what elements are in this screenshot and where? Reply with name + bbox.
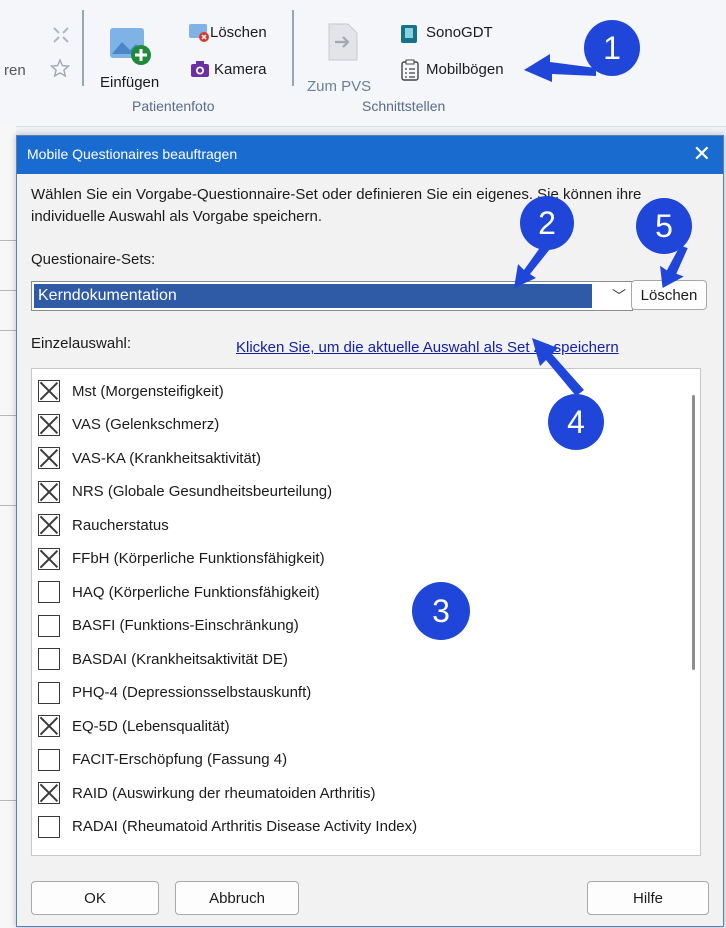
background-window-strip <box>0 126 16 928</box>
list-item-label: PHQ-4 (Depressionsselbstauskunft) <box>72 684 312 701</box>
mobile-questionnaires-dialog: Mobile Questionaires beauftragen ✕ Wähle… <box>16 135 724 927</box>
background-divider <box>0 290 16 291</box>
background-divider <box>0 505 16 506</box>
checkbox-unchecked[interactable] <box>38 581 60 603</box>
list-item-label: NRS (Globale Gesundheitsbeurteilung) <box>72 483 333 500</box>
list-item[interactable]: FFbH (Körperliche Funktionsfähigkeit) <box>38 545 325 573</box>
list-item[interactable]: NRS (Globale Gesundheitsbeurteilung) <box>38 478 332 506</box>
list-item-label: RAID (Auswirkung der rheumatoiden Arthri… <box>72 784 376 802</box>
list-item-label: BASFI (Funktions-Einschränkung) <box>72 617 299 634</box>
list-item-label: HAQ (Körperliche Funktionsfähigkeit) <box>72 583 320 601</box>
list-item[interactable]: RAID (Auswirkung der rheumatoiden Arthri… <box>38 779 375 807</box>
checkbox-checked[interactable] <box>38 715 60 737</box>
star-icon[interactable] <box>50 58 70 78</box>
checkbox-checked[interactable] <box>38 480 60 503</box>
list-item[interactable]: FACIT-Erschöpfung (Fassung 4) <box>38 746 287 774</box>
list-item-label: RADAI (Rheumatoid Arthritis Disease Acti… <box>72 818 418 835</box>
list-item[interactable]: PHQ-4 (Depressionsselbstauskunft) <box>38 679 311 707</box>
annotation-badge-1: 1 <box>584 20 640 76</box>
sets-label: Questionaire-Sets: <box>31 251 156 268</box>
ribbon-separator <box>292 10 294 86</box>
ribbon-separator <box>82 10 84 86</box>
mobilboegen-label[interactable]: Mobilbögen <box>426 61 504 78</box>
sonogdt-label[interactable]: SonoGDT <box>426 24 493 41</box>
checkbox-checked[interactable] <box>38 380 60 402</box>
background-divider <box>0 330 16 331</box>
dialog-titlebar: Mobile Questionaires beauftragen ✕ <box>17 136 723 174</box>
to-pvs-icon[interactable] <box>326 22 360 62</box>
list-item[interactable]: BASFI (Funktions-Einschränkung) <box>38 612 299 640</box>
checkbox-checked[interactable] <box>38 782 60 804</box>
checkbox-checked[interactable] <box>38 447 60 469</box>
checkbox-unchecked[interactable] <box>38 681 60 704</box>
annotation-badge-2: 2 <box>520 196 574 250</box>
ribbon-partial-label: ren <box>4 62 26 79</box>
list-item-label: EQ-5D (Lebensqualität) <box>72 717 230 735</box>
list-item[interactable]: VAS (Gelenkschmerz) <box>38 411 219 439</box>
list-item[interactable]: HAQ (Körperliche Funktionsfähigkeit) <box>38 578 320 606</box>
checkbox-checked[interactable] <box>38 413 60 436</box>
list-item[interactable]: VAS-KA (Krankheitsaktivität) <box>38 444 261 472</box>
cancel-button[interactable]: Abbruch <box>175 881 299 915</box>
list-item-label: Raucherstatus <box>72 516 169 534</box>
annotation-badge-4: 4 <box>548 394 604 450</box>
dialog-description: Wählen Sie ein Vorgabe-Questionnaire-Set… <box>31 186 642 225</box>
list-item-label: Mst (Morgensteifigkeit) <box>72 382 224 400</box>
camera-icon <box>191 61 209 77</box>
background-divider <box>0 415 16 416</box>
insert-photo-icon[interactable] <box>108 22 152 70</box>
checkbox-unchecked[interactable] <box>38 614 60 637</box>
delete-photo-icon <box>189 24 209 42</box>
help-button[interactable]: Hilfe <box>587 881 709 915</box>
checkbox-unchecked[interactable] <box>38 648 60 670</box>
background-divider <box>0 240 16 241</box>
camera-label[interactable]: Kamera <box>214 61 267 78</box>
list-item[interactable]: EQ-5D (Lebensqualität) <box>38 712 230 740</box>
group-schnittstellen: Schnittstellen <box>362 98 446 114</box>
checkbox-checked[interactable] <box>38 547 60 570</box>
chevron-down-icon[interactable]: ﹀ <box>612 286 626 306</box>
list-item-label: BASDAI (Krankheitsaktivität DE) <box>72 650 288 668</box>
list-item[interactable]: Mst (Morgensteifigkeit) <box>38 377 224 405</box>
annotation-badge-3: 3 <box>412 582 470 640</box>
collapse-icon[interactable] <box>52 26 70 44</box>
annotation-badge-5: 5 <box>636 198 692 254</box>
questionnaire-listbox[interactable]: Mst (Morgensteifigkeit) VAS (Gelenkschmer… <box>31 368 701 856</box>
checkbox-checked[interactable] <box>38 514 60 536</box>
ok-button[interactable]: OK <box>31 881 159 915</box>
sonogdt-icon <box>401 25 417 43</box>
delete-photo-label[interactable]: Löschen <box>210 24 267 41</box>
list-item-label: VAS-KA (Krankheitsaktivität) <box>72 449 261 467</box>
list-item[interactable]: Raucherstatus <box>38 511 169 539</box>
insert-label[interactable]: Einfügen <box>100 74 159 91</box>
list-item[interactable]: BASDAI (Krankheitsaktivität DE) <box>38 645 288 673</box>
list-item[interactable]: RADAI (Rheumatoid Arthritis Disease Acti… <box>38 813 417 841</box>
group-patientenfoto: Patientenfoto <box>132 98 215 114</box>
listbox-scrollbar[interactable] <box>692 395 695 670</box>
list-item-label: FFbH (Körperliche Funktionsfähigkeit) <box>72 550 325 567</box>
list-item-label: VAS (Gelenkschmerz) <box>72 416 220 433</box>
checkbox-unchecked[interactable] <box>38 815 60 838</box>
single-selection-label: Einzelauswahl: <box>31 335 132 352</box>
to-pvs-label[interactable]: Zum PVS <box>307 78 371 95</box>
clipboard-icon <box>401 59 419 81</box>
background-divider <box>0 800 16 801</box>
checkbox-unchecked[interactable] <box>38 748 60 771</box>
dialog-title: Mobile Questionaires beauftragen <box>27 146 238 162</box>
close-icon[interactable]: ✕ <box>693 141 711 167</box>
list-item-label: FACIT-Erschöpfung (Fassung 4) <box>72 751 288 768</box>
